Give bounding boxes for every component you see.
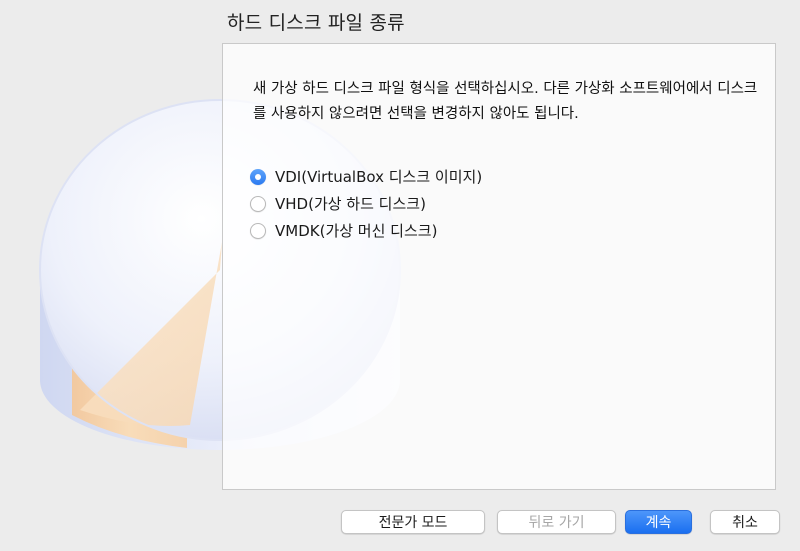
content-panel: 새 가상 하드 디스크 파일 형식을 선택하십시오. 다른 가상화 소프트웨어에… [222, 43, 776, 490]
option-vdi[interactable]: VDI(VirtualBox 디스크 이미지) [250, 163, 482, 190]
expert-mode-button[interactable]: 전문가 모드 [341, 510, 485, 534]
radio-unselected-icon[interactable] [250, 195, 266, 212]
radio-unselected-icon[interactable] [250, 222, 266, 239]
back-button[interactable]: 뒤로 가기 [497, 510, 616, 534]
option-vhd[interactable]: VHD(가상 하드 디스크) [250, 190, 482, 217]
option-vmdk-label: VMDK(가상 머신 디스크) [275, 222, 438, 240]
radio-selected-icon[interactable] [250, 168, 266, 185]
description-text: 새 가상 하드 디스크 파일 형식을 선택하십시오. 다른 가상화 소프트웨어에… [253, 81, 758, 122]
option-vhd-label: VHD(가상 하드 디스크) [275, 195, 426, 213]
cancel-button[interactable]: 취소 [710, 510, 780, 534]
option-vmdk[interactable]: VMDK(가상 머신 디스크) [250, 217, 482, 244]
dialog-title: 하드 디스크 파일 종류 [227, 12, 405, 34]
disk-type-radio-group: VDI(VirtualBox 디스크 이미지) VHD(가상 하드 디스크) V… [250, 163, 482, 244]
next-button[interactable]: 계속 [625, 510, 692, 534]
option-vdi-label: VDI(VirtualBox 디스크 이미지) [275, 168, 483, 186]
